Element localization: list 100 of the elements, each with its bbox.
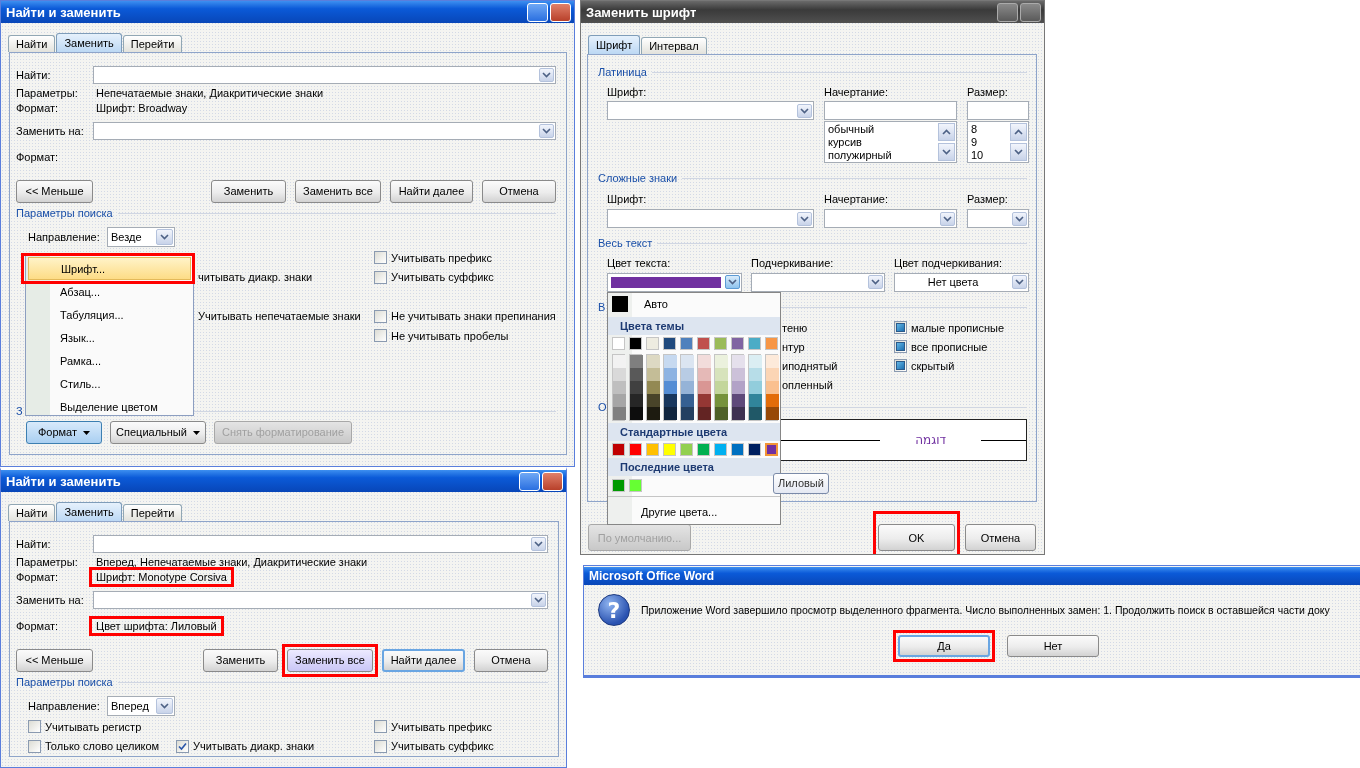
menu-item[interactable]: Язык... [28,326,191,349]
size-list[interactable]: 8 9 10 [967,121,1029,163]
underline-color-combo[interactable]: Нет цвета [894,272,1029,292]
color-swatch[interactable] [630,407,643,420]
menu-item[interactable]: Выделение цветом [28,395,191,418]
dropdown-button[interactable] [797,103,812,118]
replace-all-button[interactable]: Заменить все [295,179,381,203]
list-item[interactable]: обычный [828,123,934,136]
less-button[interactable]: << Меньше [16,648,93,672]
color-swatch[interactable] [749,368,762,381]
color-swatch[interactable] [749,394,762,407]
color-swatch[interactable] [731,443,744,456]
color-swatch[interactable] [647,394,660,407]
checkbox[interactable] [374,720,387,734]
checkbox[interactable] [28,720,41,734]
color-swatch[interactable] [613,368,626,381]
color-swatch[interactable] [715,368,728,381]
color-swatch[interactable] [766,355,779,368]
replace-button[interactable]: Заменить [211,179,286,203]
scroll-up-button[interactable] [1010,123,1027,141]
checkbox[interactable] [176,739,189,753]
color-swatch[interactable] [663,443,676,456]
color-swatch[interactable] [681,381,694,394]
color-swatch[interactable] [749,381,762,394]
color-combo[interactable] [607,272,742,292]
special-button[interactable]: Специальный [110,420,206,444]
tab[interactable]: Перейти [122,35,183,52]
color-swatch[interactable] [715,355,728,368]
color-swatch[interactable] [698,394,711,407]
color-swatch[interactable] [748,443,761,456]
ok-button[interactable]: OK [878,524,955,551]
color-swatch[interactable] [748,337,761,350]
scroll-down-button[interactable] [1010,143,1027,161]
color-swatch[interactable] [613,407,626,420]
color-swatch[interactable] [613,381,626,394]
color-swatch[interactable] [630,394,643,407]
dropdown-button[interactable] [797,211,812,226]
style-list[interactable]: обычный курсив полужирный [824,121,957,163]
tab[interactable]: Перейти [122,504,183,521]
cancel-button[interactable]: Отмена [482,179,556,203]
menu-item[interactable]: Абзац... [28,280,191,303]
checkbox[interactable] [894,359,907,372]
color-swatch[interactable] [731,337,744,350]
color-swatch[interactable] [766,394,779,407]
dropdown-button[interactable] [725,275,740,289]
help-button[interactable] [997,2,1018,22]
menu-item[interactable]: Авто [608,293,780,315]
color-swatch[interactable] [663,337,676,350]
color-swatch[interactable] [715,394,728,407]
dropdown-button[interactable] [156,697,173,714]
cancel-button[interactable]: Отмена [965,524,1036,551]
tab[interactable]: Интервал [641,37,707,54]
scroll-up-button[interactable] [938,123,955,141]
find-field[interactable] [93,535,548,553]
tab[interactable]: Заменить [56,502,122,521]
color-swatch[interactable] [612,337,625,350]
tab[interactable]: Шрифт [588,35,641,54]
tab[interactable]: Найти [8,504,56,521]
size-field[interactable] [967,101,1029,120]
dropdown-button[interactable] [531,537,546,551]
color-swatch[interactable] [612,479,625,492]
menu-item[interactable]: Шрифт... [28,257,191,280]
color-swatch[interactable] [732,355,745,368]
replace-field[interactable] [93,591,548,609]
color-swatch[interactable] [630,355,643,368]
checkbox[interactable] [374,739,387,753]
close-button[interactable] [1020,2,1041,22]
menu-item[interactable]: Рамка... [28,349,191,372]
color-swatch[interactable] [647,407,660,420]
scroll-down-button[interactable] [938,143,955,161]
color-swatch[interactable] [629,479,642,492]
less-button[interactable]: << Меньше [16,179,93,203]
color-swatch[interactable] [613,355,626,368]
color-swatch[interactable] [680,337,693,350]
style-field[interactable] [824,101,957,120]
color-swatch[interactable] [698,407,711,420]
color-swatch[interactable] [664,368,677,381]
format-button[interactable]: Формат [26,420,102,444]
replace-field[interactable] [93,122,556,140]
color-swatch[interactable] [681,368,694,381]
color-swatch[interactable] [732,394,745,407]
list-item[interactable]: 9 [971,136,1006,149]
color-swatch[interactable] [647,355,660,368]
color-swatch[interactable] [698,368,711,381]
dropdown-button[interactable] [868,275,883,289]
menu-item[interactable]: Другие цвета... [608,503,780,521]
list-item[interactable]: 10 [971,149,1006,162]
color-swatch[interactable] [613,394,626,407]
direction-select[interactable]: Вперед [107,695,175,716]
color-swatch[interactable] [765,443,778,456]
list-item[interactable]: 8 [971,123,1006,136]
find-field[interactable] [93,66,556,84]
list-item[interactable]: полужирный [828,149,934,162]
color-swatch[interactable] [630,368,643,381]
checkbox[interactable] [894,340,907,353]
color-swatch[interactable] [715,407,728,420]
dropdown-button[interactable] [1012,211,1027,226]
color-swatch[interactable] [732,381,745,394]
yes-button[interactable]: Да [898,635,990,657]
find-next-button[interactable]: Найти далее [390,179,473,203]
